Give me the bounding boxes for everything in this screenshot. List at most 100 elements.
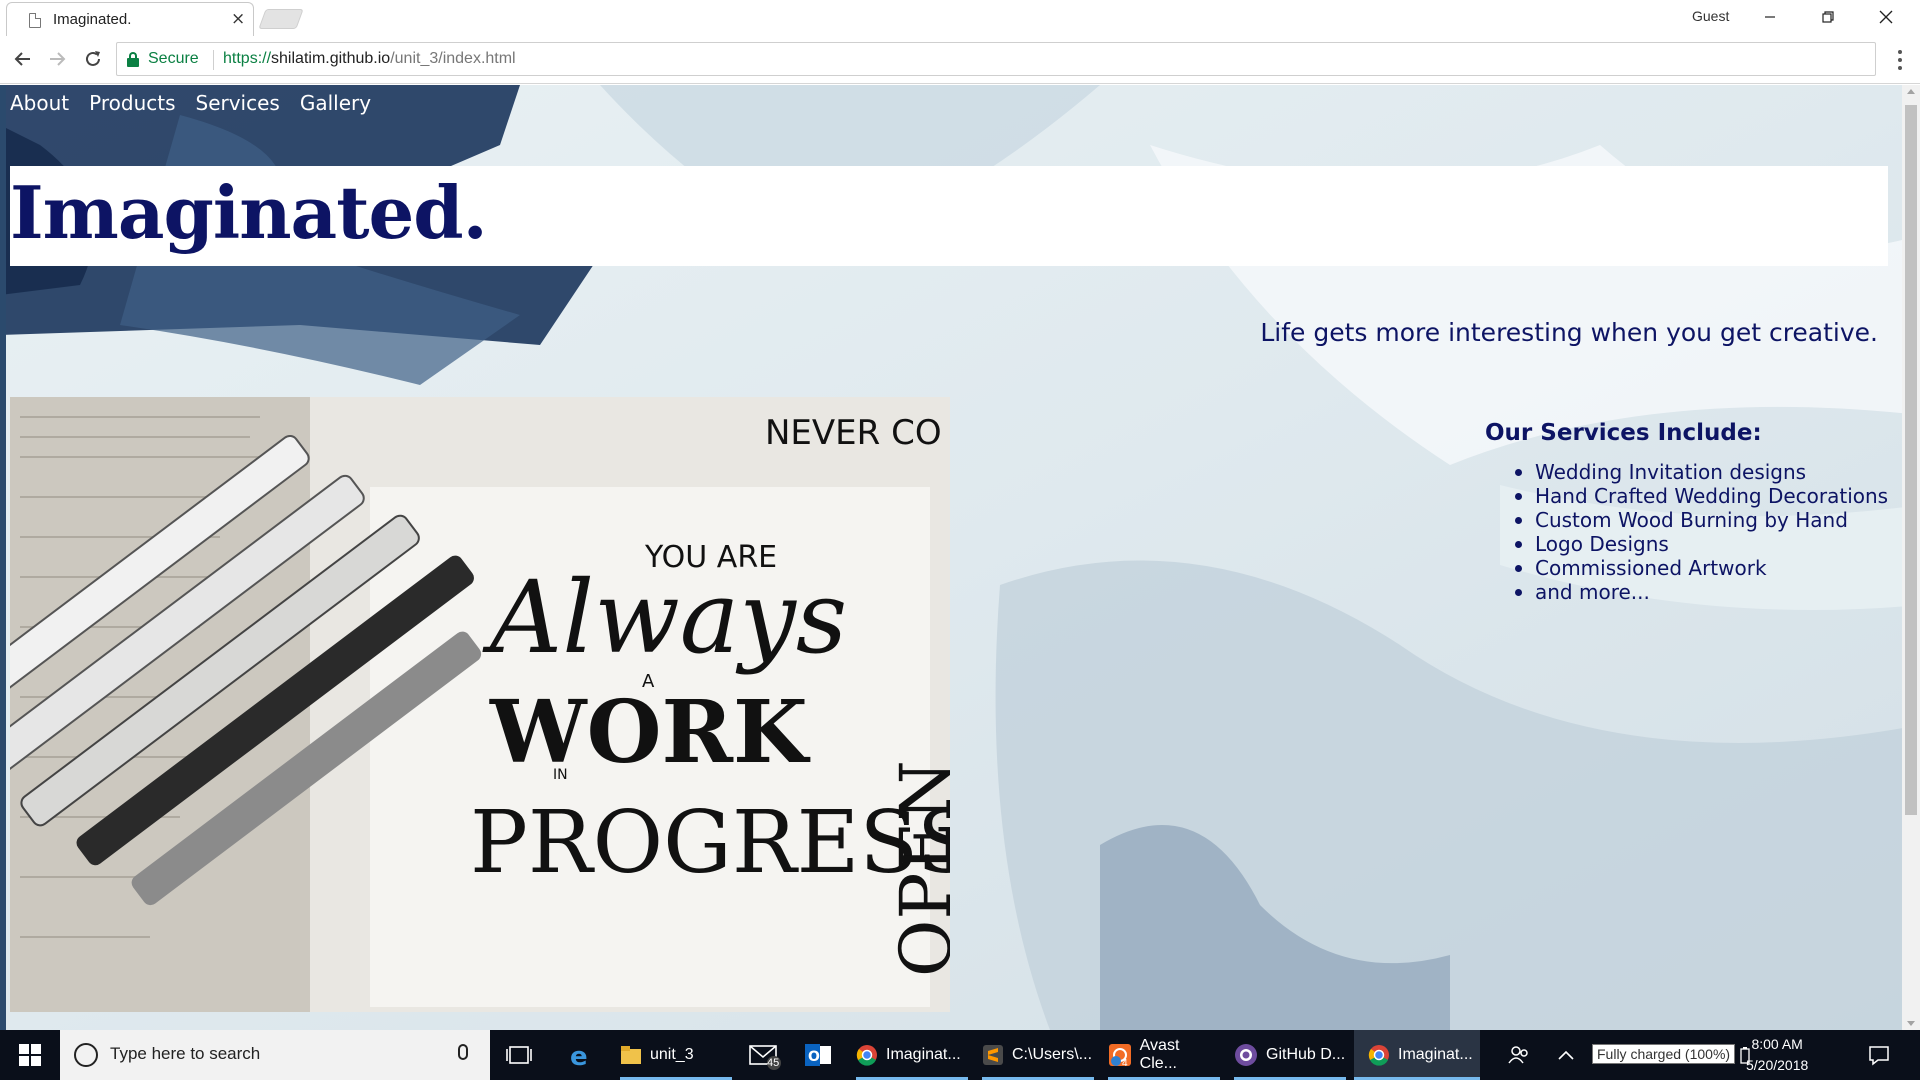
nav-link-services[interactable]: Services xyxy=(196,91,280,115)
page-scrollbar[interactable] xyxy=(1902,85,1920,1030)
edge-icon: e xyxy=(570,1042,588,1068)
nav-link-gallery[interactable]: Gallery xyxy=(300,91,371,115)
people-icon xyxy=(1508,1046,1528,1064)
window-minimize-button[interactable] xyxy=(1742,2,1798,32)
arrow-left-icon xyxy=(14,52,30,66)
mail-badge: 45 xyxy=(767,1057,780,1069)
close-icon xyxy=(1879,10,1893,24)
back-button[interactable] xyxy=(8,44,38,74)
avast-icon xyxy=(1109,1044,1131,1066)
svg-text:e: e xyxy=(570,1042,588,1068)
battery-tooltip: Fully charged (100%) xyxy=(1592,1044,1736,1064)
scrollbar-thumb[interactable] xyxy=(1905,105,1917,815)
avast-badge: 4 xyxy=(1122,1058,1128,1069)
sublime-text-icon xyxy=(983,1045,1003,1065)
page-left-border xyxy=(0,85,6,1030)
taskbar-date: 5/20/2018 xyxy=(1746,1057,1809,1073)
browser-menu-icon[interactable] xyxy=(1890,48,1910,72)
url-host: shilatim.github.io xyxy=(271,50,391,67)
taskbar-app-avast[interactable]: 4 Avast Cle... xyxy=(1108,1030,1220,1080)
windows-logo-icon xyxy=(19,1044,41,1066)
outlook-button[interactable]: O xyxy=(804,1030,832,1080)
taskbar-app-sublime[interactable]: C:\Users\... xyxy=(982,1030,1094,1080)
cortana-circle-icon xyxy=(74,1043,98,1067)
scroll-down-arrow-icon[interactable] xyxy=(1907,1021,1915,1026)
forward-button[interactable] xyxy=(42,44,72,74)
services-list: Wedding Invitation designs Hand Crafted … xyxy=(1514,460,1889,604)
services-heading: Our Services Include: xyxy=(1485,420,1762,446)
services-list-item: Hand Crafted Wedding Decorations xyxy=(1514,484,1889,508)
site-header: Imaginated. xyxy=(10,166,1888,266)
chrome-icon xyxy=(1368,1045,1389,1066)
new-tab-button[interactable] xyxy=(258,9,304,29)
site-nav: About Products Services Gallery xyxy=(10,91,371,115)
address-bar[interactable]: Secure https://shilatim.github.io/unit_3… xyxy=(116,42,1876,76)
taskbar-search-box[interactable]: Type here to search xyxy=(60,1030,490,1080)
taskbar-time: 8:00 AM xyxy=(1751,1036,1803,1052)
taskbar-app-label: unit_3 xyxy=(650,1046,694,1063)
profile-label[interactable]: Guest xyxy=(1692,8,1729,24)
url-scheme: https:// xyxy=(223,50,272,67)
hero-text-top: NEVER CO xyxy=(765,413,942,453)
reload-button[interactable] xyxy=(78,44,108,74)
taskbar-app-label: Avast Cle... xyxy=(1139,1037,1180,1072)
action-center-button[interactable] xyxy=(1868,1030,1890,1080)
nav-link-products[interactable]: Products xyxy=(89,91,175,115)
restore-icon xyxy=(1822,11,1834,23)
mail-button[interactable]: 45 xyxy=(748,1030,782,1080)
services-list-item: Custom Wood Burning by Hand xyxy=(1514,508,1888,532)
hero-text-line5: IN xyxy=(553,767,568,783)
show-hidden-icons-button[interactable] xyxy=(1558,1030,1574,1080)
tab-close-icon[interactable]: × xyxy=(231,9,245,29)
page-favicon-icon xyxy=(29,13,41,28)
lock-icon xyxy=(127,52,139,67)
task-view-button[interactable] xyxy=(506,1030,532,1080)
chrome-icon xyxy=(856,1045,877,1066)
taskbar-app-github[interactable]: GitHub D... xyxy=(1234,1030,1346,1080)
browser-toolbar: Secure https://shilatim.github.io/unit_3… xyxy=(0,36,1920,84)
chevron-up-icon xyxy=(1558,1050,1574,1060)
browser-tab-strip: Imaginated. × Guest xyxy=(0,0,1920,36)
svg-text:O: O xyxy=(808,1049,820,1065)
url-path: /unit_3/index.html xyxy=(390,50,516,67)
secure-label: Secure xyxy=(148,50,199,67)
taskbar-app-chrome-2-active[interactable]: Imaginat... xyxy=(1354,1030,1480,1080)
taskbar-clock[interactable]: 8:00 AM 5/20/2018 xyxy=(1746,1034,1808,1076)
scroll-up-arrow-icon[interactable] xyxy=(1907,89,1915,94)
task-view-icon xyxy=(506,1046,532,1064)
url-text[interactable]: https://shilatim.github.io/unit_3/index.… xyxy=(223,50,516,68)
site-tagline: Life gets more interesting when you get … xyxy=(1260,318,1878,347)
outlook-icon: O xyxy=(805,1044,831,1066)
nav-link-about[interactable]: About xyxy=(10,91,69,115)
notification-icon xyxy=(1869,1046,1889,1066)
browser-tab-active[interactable]: Imaginated. × xyxy=(6,2,254,36)
hero-text-side: OPEN xyxy=(885,760,950,977)
arrow-right-icon xyxy=(50,52,66,66)
services-list-item: Wedding Invitation designs xyxy=(1514,460,1888,484)
microphone-icon[interactable] xyxy=(458,1044,468,1060)
edge-browser-button[interactable]: e xyxy=(568,1030,594,1080)
site-title: Imaginated. xyxy=(10,170,488,255)
hero-text-line4: WORK xyxy=(489,682,811,783)
windows-taskbar: Type here to search e unit_3 45 O Imagin… xyxy=(0,1030,1920,1080)
reload-icon xyxy=(86,51,100,66)
taskbar-app-chrome-1[interactable]: Imaginat... xyxy=(856,1030,968,1080)
window-close-button[interactable] xyxy=(1858,2,1914,32)
people-button[interactable] xyxy=(1508,1030,1530,1080)
hero-artwork: NEVER CO YOU ARE Always A WORK IN PROGRE… xyxy=(10,397,950,1012)
services-list-item: Commissioned Artwork xyxy=(1514,556,1888,580)
hero-text-line6: PROGRESS xyxy=(470,793,950,893)
taskbar-app-label: Imaginat... xyxy=(1398,1046,1473,1063)
start-button[interactable] xyxy=(0,1030,60,1080)
window-restore-button[interactable] xyxy=(1800,2,1856,32)
services-list-item: and more... xyxy=(1514,580,1888,604)
taskbar-app-label: C:\Users\... xyxy=(1012,1046,1093,1063)
github-icon xyxy=(1235,1044,1257,1066)
services-list-item: Logo Designs xyxy=(1514,532,1888,556)
services-section: Our Services Include: Wedding Invitation… xyxy=(1485,420,1888,604)
taskbar-app-file-explorer[interactable]: unit_3 xyxy=(620,1030,732,1080)
page-viewport: About Products Services Gallery Imaginat… xyxy=(0,85,1920,1030)
taskbar-app-label: GitHub D... xyxy=(1266,1046,1346,1063)
search-placeholder: Type here to search xyxy=(110,1044,261,1063)
taskbar-app-label: Imaginat... xyxy=(886,1046,961,1063)
